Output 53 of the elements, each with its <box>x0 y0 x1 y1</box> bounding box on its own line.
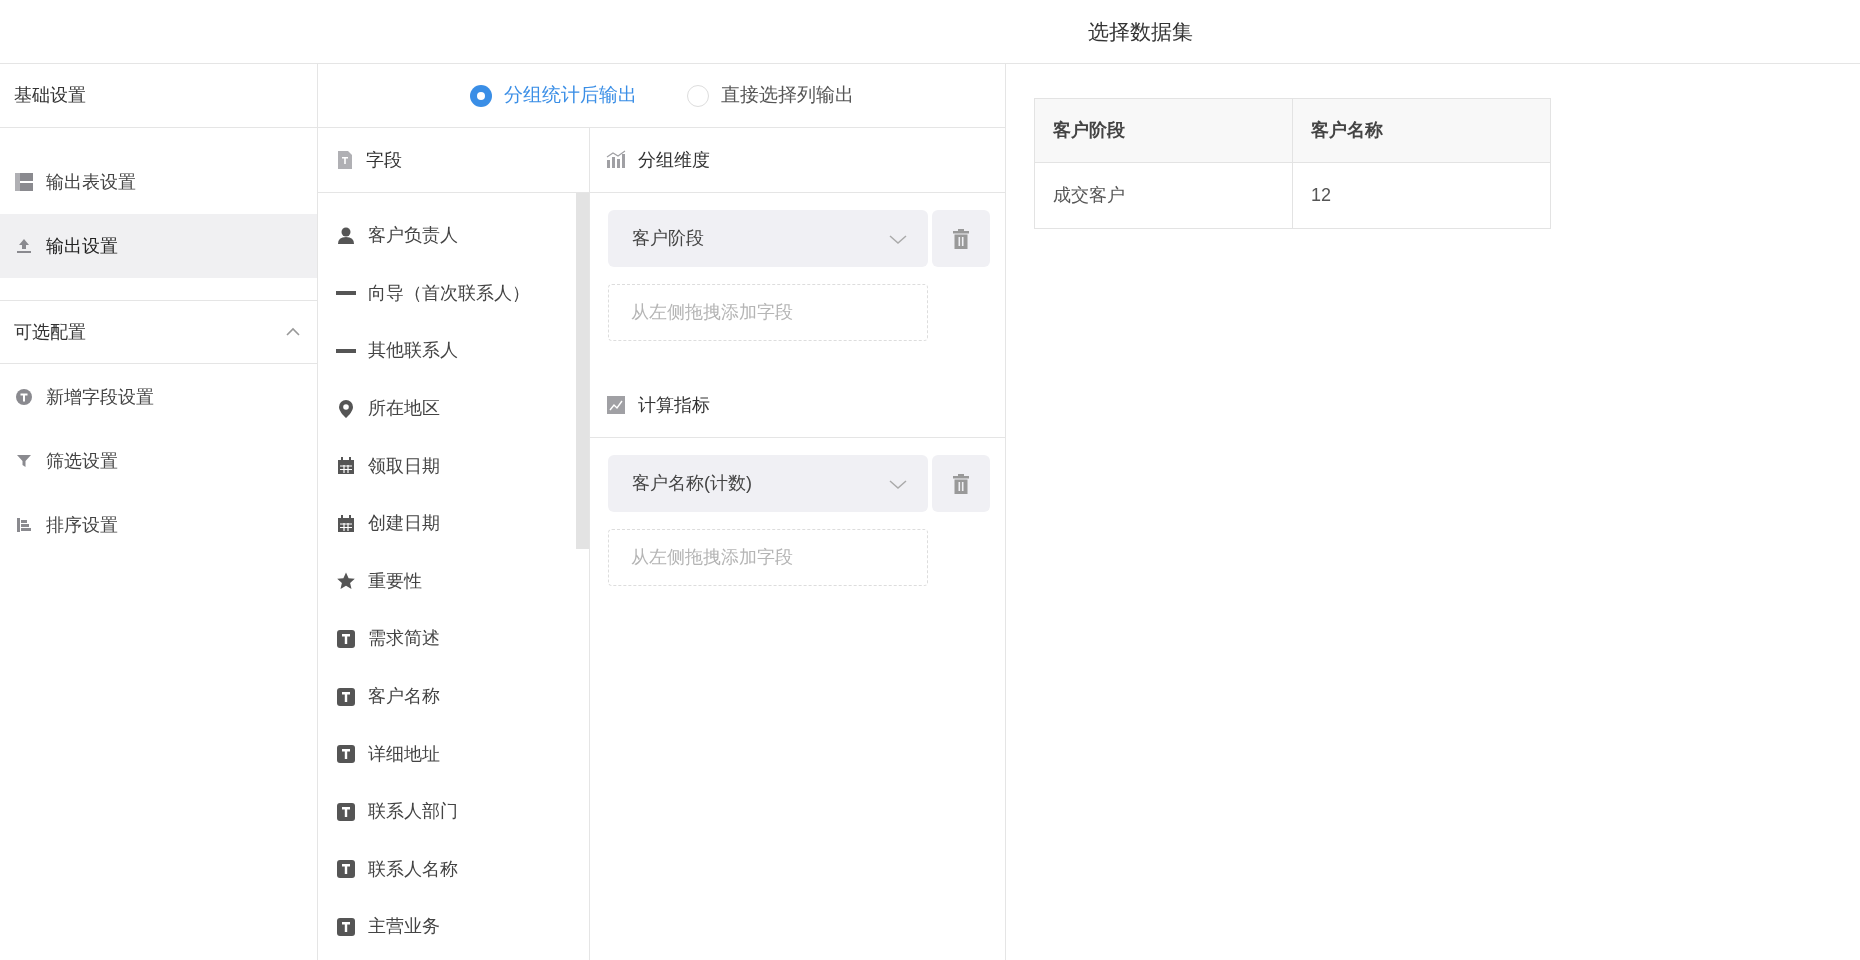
table-cell: 成交客户 <box>1034 162 1293 229</box>
delete-button[interactable] <box>932 210 990 267</box>
trash-icon <box>951 472 971 495</box>
delete-button[interactable] <box>932 455 990 512</box>
field-item[interactable]: 主营业务 <box>318 898 576 956</box>
field-item[interactable]: 联系人名称 <box>318 840 576 899</box>
dash-icon <box>336 291 356 296</box>
radio-option[interactable]: 分组统计后输出 <box>469 81 637 110</box>
field-item[interactable]: 向导（首次联系人） <box>318 264 576 323</box>
field-dropdown[interactable]: 客户阶段 <box>608 210 928 267</box>
person-icon <box>336 225 356 246</box>
field-item[interactable]: 创建日期 <box>318 494 576 553</box>
field-item[interactable]: 需求简述 <box>318 610 576 668</box>
location-pin-icon <box>336 398 356 419</box>
section-title: 基础设置 <box>14 84 86 107</box>
radio-button[interactable] <box>469 84 492 107</box>
radio-button[interactable] <box>686 84 709 107</box>
field-item[interactable]: 详细地址 <box>318 725 576 783</box>
column-header: 客户名称 <box>1292 98 1551 163</box>
text-type-icon <box>336 916 356 937</box>
field-item[interactable]: 所在地区 <box>318 379 576 438</box>
sidebar-item[interactable]: 输出设置 <box>0 214 317 278</box>
text-type-icon <box>336 801 356 822</box>
text-type-icon <box>336 859 356 880</box>
field-item[interactable]: 联系人部门 <box>318 782 576 841</box>
column-header: 客户阶段 <box>1034 98 1293 163</box>
column-title: 字段 <box>366 148 402 172</box>
line-chart-icon <box>606 395 626 415</box>
trash-icon <box>951 227 971 250</box>
bar-chart-icon <box>606 150 626 170</box>
field-item[interactable]: 其他联系人 <box>318 322 576 380</box>
dialog-title: 选择数据集 <box>1087 18 1193 45</box>
text-type-icon <box>336 744 356 765</box>
table-icon <box>14 172 34 192</box>
text-type-icon <box>336 686 356 707</box>
field-item[interactable]: 客户名称 <box>318 667 576 726</box>
sort-icon <box>14 515 34 535</box>
text-type-icon <box>336 628 356 649</box>
table-cell: 12 <box>1292 162 1551 229</box>
text-field-icon <box>14 387 34 407</box>
section-header[interactable]: 可选配置 <box>0 300 317 364</box>
dash-icon <box>336 349 356 353</box>
calendar-icon <box>336 513 356 534</box>
field-item[interactable]: 重要性 <box>318 552 576 611</box>
field-item[interactable]: 领取日期 <box>318 437 576 495</box>
scrollbar[interactable] <box>576 193 589 549</box>
field-dropdown[interactable]: 客户名称(计数) <box>608 455 928 512</box>
section-title: 计算指标 <box>638 393 710 417</box>
field-item[interactable]: 客户负责人 <box>318 207 576 265</box>
calendar-icon <box>336 456 356 477</box>
section-title: 分组维度 <box>638 148 710 172</box>
document-icon <box>336 150 354 170</box>
radio-option[interactable]: 直接选择列输出 <box>686 81 854 110</box>
